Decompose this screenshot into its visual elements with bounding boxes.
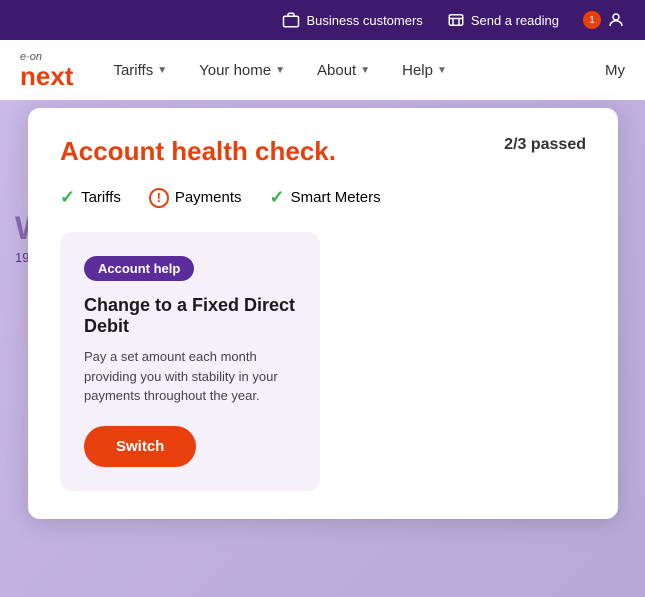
modal-header: Account health check. 2/3 passed: [60, 136, 586, 167]
checkmark-icon: ✓: [270, 187, 285, 208]
card-badge: Account help: [84, 256, 194, 281]
modal-title: Account health check.: [60, 136, 336, 167]
chevron-down-icon: ▼: [360, 65, 370, 76]
chevron-down-icon: ▼: [437, 65, 447, 76]
passed-count: 2/3 passed: [504, 136, 586, 154]
check-items: ✓ Tariffs ! Payments ✓ Smart Meters: [60, 187, 586, 208]
check-tariffs-label: Tariffs: [81, 189, 121, 206]
warning-icon: !: [149, 188, 169, 208]
card-description: Pay a set amount each month providing yo…: [84, 347, 296, 406]
check-payments-label: Payments: [175, 189, 242, 206]
nav-about[interactable]: About ▼: [305, 54, 382, 87]
notification-badge: 1: [583, 11, 601, 29]
send-reading-label: Send a reading: [471, 13, 559, 28]
account-icon: [607, 11, 625, 29]
card-title: Change to a Fixed Direct Debit: [84, 295, 296, 337]
notification-button[interactable]: 1: [583, 11, 625, 29]
check-payments: ! Payments: [149, 188, 242, 208]
chevron-down-icon: ▼: [275, 65, 285, 76]
chevron-down-icon: ▼: [157, 65, 167, 76]
nav-your-home[interactable]: Your home ▼: [187, 54, 297, 87]
switch-button[interactable]: Switch: [84, 426, 196, 467]
top-bar: Business customers Send a reading 1: [0, 0, 645, 40]
check-tariffs: ✓ Tariffs: [60, 187, 121, 208]
nav-my[interactable]: My: [605, 62, 625, 79]
business-customers-link[interactable]: Business customers: [282, 11, 422, 29]
check-smart-meters: ✓ Smart Meters: [270, 187, 381, 208]
logo[interactable]: e·on next: [20, 51, 73, 89]
nav-bar: e·on next Tariffs ▼ Your home ▼ About ▼ …: [0, 40, 645, 100]
logo-next: next: [20, 63, 73, 89]
nav-tariffs[interactable]: Tariffs ▼: [101, 54, 179, 87]
nav-help[interactable]: Help ▼: [390, 54, 459, 87]
send-reading-link[interactable]: Send a reading: [447, 11, 559, 29]
briefcase-icon: [282, 11, 300, 29]
meter-icon: [447, 11, 465, 29]
check-smart-meters-label: Smart Meters: [291, 189, 381, 206]
checkmark-icon: ✓: [60, 187, 75, 208]
account-health-check-modal: Account health check. 2/3 passed ✓ Tarif…: [28, 108, 618, 519]
business-customers-label: Business customers: [306, 13, 422, 28]
account-help-card: Account help Change to a Fixed Direct De…: [60, 232, 320, 491]
